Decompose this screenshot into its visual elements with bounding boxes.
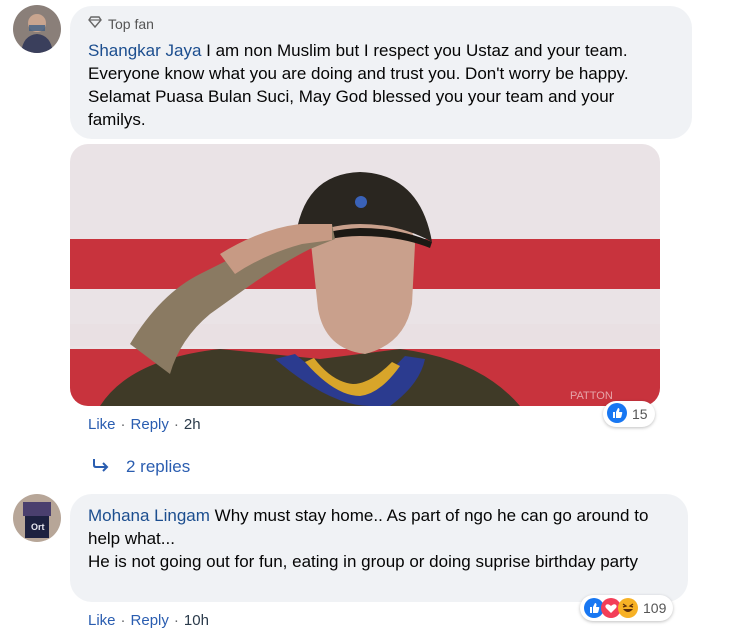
reaction-count: 15 xyxy=(632,406,648,422)
reaction-count: 109 xyxy=(643,600,667,616)
haha-icon xyxy=(618,598,638,618)
svg-text:Ort: Ort xyxy=(31,522,45,532)
gif-watermark: PATTON xyxy=(570,390,613,402)
comment-timestamp[interactable]: 2h xyxy=(184,416,201,433)
comment-text-block: Mohana Lingam Why must stay home.. As pa… xyxy=(88,504,670,573)
like-icon xyxy=(607,402,627,426)
reaction-icons xyxy=(584,598,638,618)
commenter-avatar[interactable]: Ort xyxy=(13,494,61,542)
replies-count-label[interactable]: 2 replies xyxy=(126,457,190,477)
comment-timestamp[interactable]: 10h xyxy=(184,612,209,629)
reaction-summary[interactable]: 15 xyxy=(603,401,655,427)
view-replies-link[interactable]: 2 replies xyxy=(92,457,190,477)
comment-author[interactable]: Shangkar Jaya xyxy=(88,41,201,60)
diamond-badge-icon xyxy=(88,13,102,36)
comment-author[interactable]: Mohana Lingam xyxy=(88,506,210,525)
comment-actions: Like · Reply · 10h xyxy=(88,612,209,629)
like-link[interactable]: Like xyxy=(88,612,116,629)
comment-text-block: Shangkar Jaya I am non Muslim but I resp… xyxy=(88,39,674,131)
comment-bubble: Top fan Shangkar Jaya I am non Muslim bu… xyxy=(70,6,692,139)
comment-text: He is not going out for fun, eating in g… xyxy=(88,552,639,571)
comment-gif-image[interactable]: PATTON xyxy=(70,144,660,406)
comment-actions: Like · Reply · 2h xyxy=(88,416,201,433)
like-link[interactable]: Like xyxy=(88,416,116,433)
comment-bubble: Mohana Lingam Why must stay home.. As pa… xyxy=(70,494,688,602)
commenter-avatar[interactable] xyxy=(13,5,61,53)
top-fan-badge: Top fan xyxy=(88,14,674,34)
reply-link[interactable]: Reply xyxy=(131,612,169,629)
reaction-summary[interactable]: 109 xyxy=(580,595,674,621)
reply-link[interactable]: Reply xyxy=(131,416,169,433)
reply-arrow-icon xyxy=(92,457,110,477)
